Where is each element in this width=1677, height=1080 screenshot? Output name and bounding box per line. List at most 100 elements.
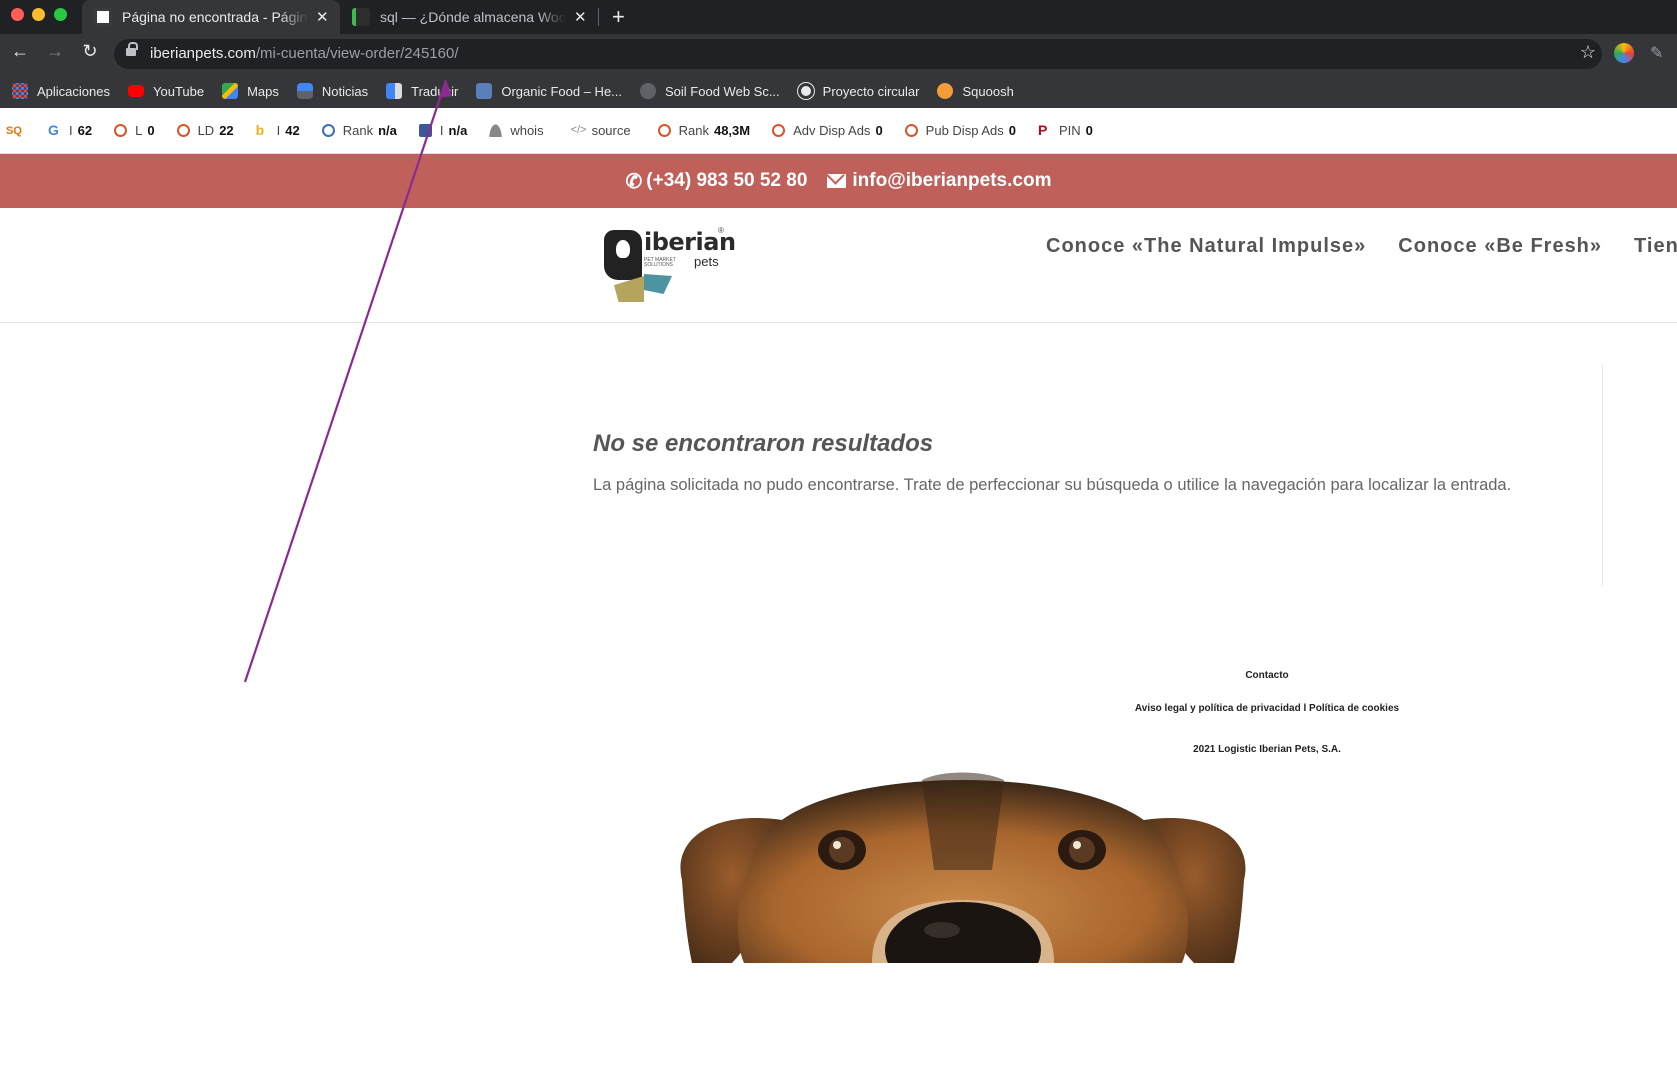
- seo-google-index[interactable]: G I 62: [48, 123, 92, 138]
- news-icon: [296, 83, 313, 99]
- bookmark-squoosh[interactable]: Squoosh: [937, 83, 1014, 99]
- seo-linking-domains[interactable]: LD 22: [176, 123, 234, 138]
- seo-value[interactable]: 48,3M: [714, 123, 750, 138]
- seo-label: I: [276, 123, 281, 138]
- seo-value[interactable]: n/a: [449, 123, 468, 138]
- seo-semrush-rank[interactable]: Rank 48,3M: [657, 123, 750, 138]
- url-path: /mi-cuenta/view-order/245160/: [255, 45, 459, 62]
- bing-icon: b: [255, 122, 265, 138]
- bookmark-noticias[interactable]: Noticias: [296, 83, 369, 99]
- nav-tienda[interactable]: Tienda: [1634, 235, 1677, 258]
- bookmark-proyecto-circular[interactable]: Proyecto circular: [796, 82, 919, 100]
- ring-icon: [904, 124, 918, 137]
- facebook-icon: [418, 124, 432, 137]
- footer-legal-link[interactable]: Aviso legal y política de privacidad l P…: [1100, 703, 1434, 714]
- window-minimize-button[interactable]: [32, 8, 45, 21]
- seo-label: Adv Disp Ads: [793, 123, 871, 138]
- tab-sql-woocommerce[interactable]: sql — ¿Dónde almacena WooC ✕: [340, 0, 598, 34]
- youtube-icon: [128, 85, 144, 97]
- bookmark-maps[interactable]: Maps: [222, 83, 279, 99]
- tab-title: Página no encontrada - Página: [122, 9, 308, 25]
- seo-value[interactable]: 0: [1009, 123, 1016, 138]
- nav-be-fresh[interactable]: Conoce «Be Fresh»: [1398, 235, 1602, 258]
- no-results-title: No se encontraron resultados: [593, 430, 934, 457]
- url-text[interactable]: iberianpets.com/mi-cuenta/view-order/245…: [150, 45, 459, 62]
- no-results-message: La página solicitada no pudo encontrarse…: [593, 476, 1512, 494]
- squoosh-icon: [937, 83, 954, 99]
- ring-icon: [176, 124, 190, 137]
- address-bar[interactable]: iberianpets.com/mi-cuenta/view-order/245…: [114, 39, 1602, 69]
- seo-alexa-rank[interactable]: Rank n/a: [321, 123, 397, 138]
- bookmark-label: Squoosh: [962, 83, 1014, 99]
- seo-bing-index[interactable]: b I 42: [256, 123, 300, 138]
- iberian-pets-logo[interactable]: iberian pets PET MARKET SOLUTIONS ®: [602, 218, 736, 303]
- seo-label: Rank: [342, 123, 374, 138]
- seo-value[interactable]: 0: [875, 123, 882, 138]
- seo-value[interactable]: 22: [219, 123, 233, 138]
- nav-natural-impulse[interactable]: Conoce «The Natural Impulse»: [1046, 235, 1366, 258]
- tab-title: sql — ¿Dónde almacena WooC: [380, 9, 566, 25]
- seo-pinterest[interactable]: P PIN 0: [1038, 123, 1093, 138]
- ring-icon: [114, 124, 128, 137]
- footer-contact-link[interactable]: Contacto: [1100, 670, 1434, 681]
- seo-value[interactable]: 62: [78, 123, 92, 138]
- extension-pen-icon[interactable]: ✎: [1650, 43, 1668, 62]
- bookmark-label: YouTube: [153, 83, 205, 99]
- no-results-section: No se encontraron resultados La página s…: [593, 430, 1593, 495]
- browser-tabstrip: Página no encontrada - Página ✕ sql — ¿D…: [0, 0, 1677, 34]
- logo-teal-shape: [644, 274, 672, 294]
- tab-pagina-no-encontrada[interactable]: Página no encontrada - Página ✕: [82, 0, 340, 34]
- bookmark-label: Maps: [247, 83, 279, 99]
- bookmark-organic-food[interactable]: Organic Food – He...: [476, 83, 622, 99]
- window-zoom-button[interactable]: [54, 8, 67, 21]
- seo-adv-disp-ads[interactable]: Adv Disp Ads 0: [772, 123, 883, 138]
- apps-icon: [12, 83, 28, 99]
- seo-label: whois: [510, 123, 544, 138]
- seo-label: PIN: [1058, 123, 1081, 138]
- email-address: info@iberianpets.com: [852, 170, 1052, 191]
- window-close-button[interactable]: [11, 8, 24, 21]
- phone-link[interactable]: ✆ (+34) 983 50 52 80: [626, 169, 808, 194]
- seo-value[interactable]: n/a: [378, 123, 397, 138]
- bookmark-label: Noticias: [321, 83, 369, 99]
- code-icon: </>: [570, 124, 587, 136]
- seo-label: I: [439, 123, 444, 138]
- new-tab-button[interactable]: +: [612, 4, 625, 30]
- seo-label: Pub Disp Ads: [925, 123, 1004, 138]
- globe-icon: [796, 82, 815, 100]
- phone-number: (+34) 983 50 52 80: [646, 170, 808, 191]
- seo-value[interactable]: 42: [285, 123, 299, 138]
- extension-icon[interactable]: [1614, 43, 1634, 63]
- seo-value[interactable]: 0: [1086, 123, 1093, 138]
- seo-pub-disp-ads[interactable]: Pub Disp Ads 0: [904, 123, 1016, 138]
- seoquake-logo-icon[interactable]: SQ: [6, 122, 24, 140]
- tab-separator: [598, 8, 599, 26]
- seo-whois[interactable]: whois: [489, 123, 548, 138]
- envelope-icon: [827, 174, 847, 188]
- bookmark-soil-food-web[interactable]: Soil Food Web Sc...: [640, 83, 780, 99]
- logo-dog-mark-icon: [604, 230, 642, 280]
- bookmark-star-icon[interactable]: ☆: [1580, 42, 1596, 63]
- translate-icon: [386, 83, 403, 99]
- seo-value[interactable]: 0: [147, 123, 154, 138]
- ring-icon: [772, 124, 786, 137]
- seo-label: I: [69, 123, 73, 138]
- lock-icon[interactable]: [126, 42, 138, 56]
- tab-close-icon[interactable]: ✕: [574, 8, 587, 26]
- email-link[interactable]: info@iberianpets.com: [827, 170, 1051, 192]
- seo-label: LD: [197, 123, 215, 138]
- seo-label: L: [135, 123, 143, 138]
- seo-source[interactable]: </> source: [571, 123, 636, 138]
- bookmark-traducir[interactable]: Traducir: [386, 83, 458, 99]
- footer-links: Contacto Aviso legal y política de priva…: [1100, 670, 1434, 755]
- bookmark-aplicaciones[interactable]: Aplicaciones: [12, 83, 110, 99]
- forward-arrow-icon[interactable]: →: [42, 41, 68, 62]
- bookmark-youtube[interactable]: YouTube: [128, 84, 204, 99]
- seo-facebook-likes[interactable]: In/a: [418, 123, 468, 138]
- seo-links[interactable]: L0: [114, 123, 155, 138]
- reload-icon[interactable]: ↻: [77, 41, 103, 62]
- tab-close-icon[interactable]: ✕: [316, 8, 329, 26]
- back-arrow-icon[interactable]: ←: [7, 41, 33, 62]
- url-host: iberianpets.com: [150, 45, 256, 62]
- main-navigation: Conoce «The Natural Impulse» Conoce «Be …: [1046, 235, 1677, 258]
